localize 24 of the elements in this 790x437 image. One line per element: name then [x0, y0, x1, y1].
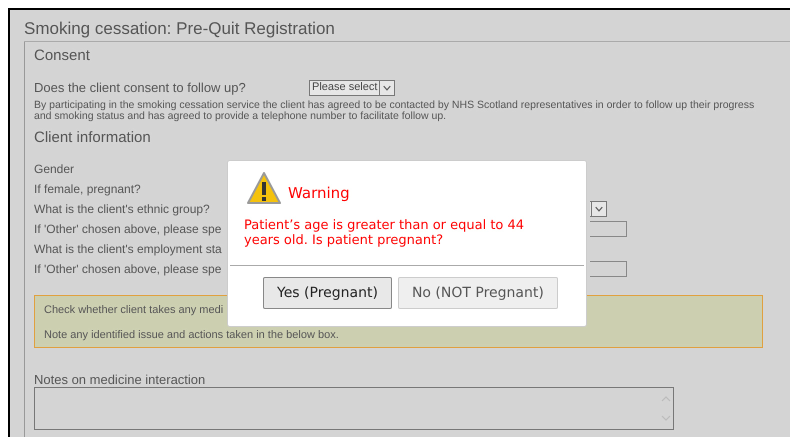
ethnic-group-select[interactable] [590, 201, 607, 217]
field-label: If 'Other' chosen above, please spe [34, 262, 222, 276]
field-label: If female, pregnant? [34, 182, 141, 196]
dialog-title: Warning [288, 182, 350, 204]
window-title: Smoking cessation: Pre-Quit Registration [24, 10, 790, 42]
consent-select[interactable]: Please select [309, 80, 396, 96]
dialog-button[interactable]: No (NOT Pregnant) [398, 277, 558, 309]
warning-icon [246, 171, 282, 205]
field-label: What is the client's ethnic group? [34, 202, 210, 216]
input-field[interactable] [590, 221, 627, 237]
field-label: Does the client consent to follow up? [34, 78, 247, 97]
input-field[interactable] [590, 261, 627, 277]
field-label: If 'Other' chosen above, please spe [34, 222, 222, 236]
dialog-button[interactable]: Yes (Pregnant) [263, 277, 392, 309]
section-heading: Consent [34, 46, 91, 66]
notice-text: Check whether client takes any medi [44, 303, 224, 318]
notice-text: Note any identified issue and actions taken in the below box. [44, 328, 340, 342]
field-label: What is the client's employment sta [34, 242, 222, 256]
field-label: Notes on medicine interaction [34, 372, 206, 387]
consent-note: By participating in the smoking cessation service the client has agreed to be contacted by NHS Scotland representatives in order to follow up their progress and smoking status and has agreed to provide a telephone number to facilitate follow up. [34, 100, 756, 122]
dialog-message: Patient’s age is greater than or equal to 44 years old. Is patient pregnant? [244, 218, 526, 248]
notes-textarea[interactable] [34, 387, 674, 430]
field-label: Gender [34, 162, 74, 176]
section-heading: Client information [34, 128, 152, 148]
